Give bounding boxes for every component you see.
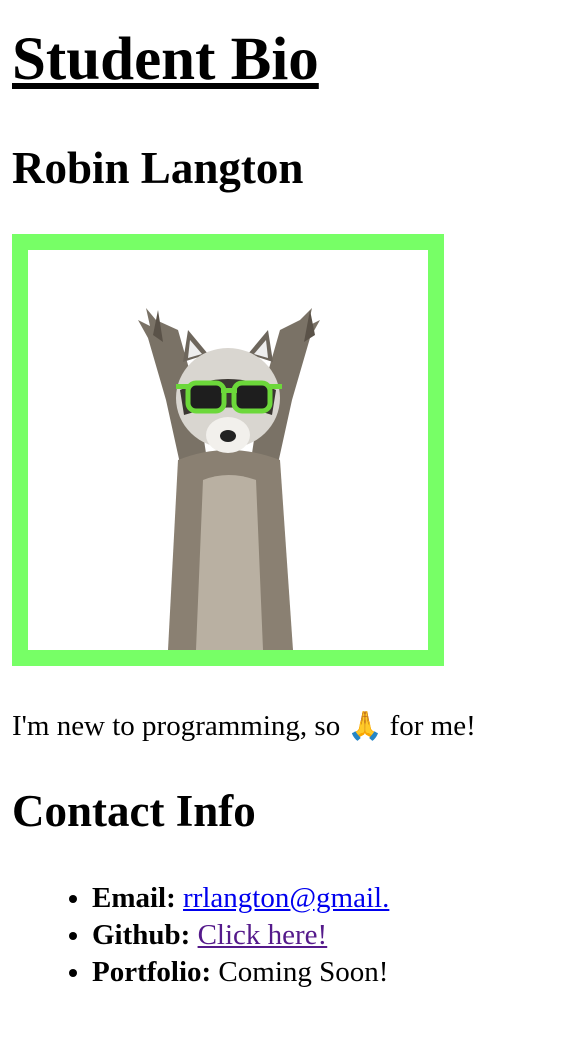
github-label: Github:	[92, 919, 191, 951]
portfolio-label: Portfolio:	[92, 956, 212, 988]
bio-text: I'm new to programming, so 🙏 for me!	[12, 706, 562, 746]
contact-list: Email: rrlangton@gmail. Github: Click he…	[12, 880, 389, 991]
student-name: Robin Langton	[12, 143, 304, 193]
email-link[interactable]: rrlangton@gmail.	[183, 882, 389, 914]
list-item-portfolio: Portfolio: Coming Soon!	[92, 954, 389, 991]
portfolio-value: Coming Soon!	[218, 956, 389, 988]
student-photo	[12, 234, 444, 666]
list-item-github: Github: Click here!	[92, 917, 389, 954]
praying-hands-icon: 🙏	[347, 709, 383, 742]
github-link[interactable]: Click here!	[198, 919, 328, 951]
contact-heading: Contact Info	[12, 786, 256, 836]
email-label: Email:	[92, 882, 176, 914]
raccoon-image	[28, 250, 428, 650]
bio-text-after: for me!	[389, 710, 476, 742]
list-item-email: Email: rrlangton@gmail.	[92, 880, 389, 917]
page: Student Bio Robin Langton	[0, 0, 572, 196]
page-title: Student Bio	[12, 26, 319, 93]
bio-text-before: I'm new to programming, so	[12, 710, 341, 742]
